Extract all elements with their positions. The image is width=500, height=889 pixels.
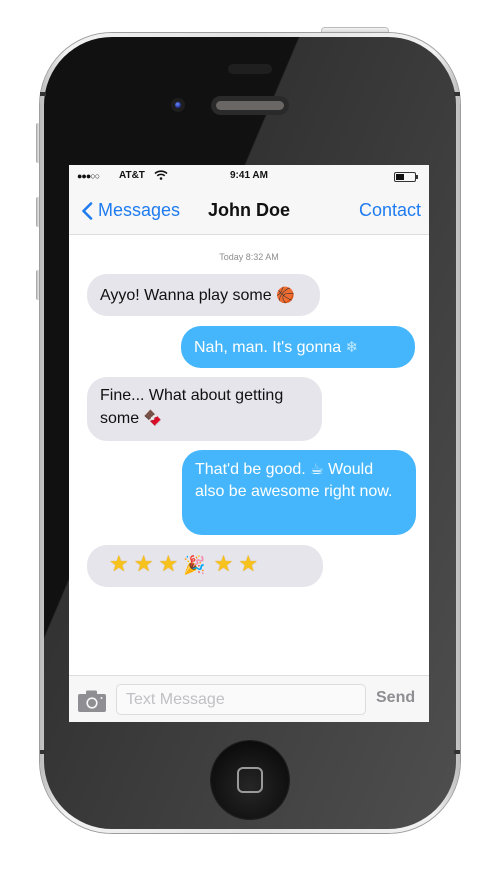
antenna-band — [454, 750, 460, 754]
back-to-messages-button[interactable]: Messages — [81, 200, 180, 221]
send-button[interactable]: Send — [376, 689, 415, 707]
status-time: 9:41 AM — [230, 170, 268, 181]
contact-button[interactable]: Contact — [359, 200, 421, 221]
camera-icon[interactable] — [78, 690, 106, 712]
navigation-bar: Messages John Doe Contact — [69, 187, 429, 235]
chocolate-bar-icon: 🍫 — [143, 409, 163, 427]
message-thread[interactable]: Today 8:32 AM Ayyo! Wanna play some 🏀 Na… — [69, 235, 429, 675]
home-square-icon — [237, 767, 263, 793]
star-icon: ★ — [133, 551, 154, 576]
antenna-band — [454, 92, 460, 96]
front-camera — [171, 98, 185, 112]
chevron-left-icon — [82, 201, 93, 220]
snowflake-icon: ❄ — [345, 338, 359, 356]
battery-tip — [416, 175, 418, 179]
message-bubble-incoming[interactable]: ★ ★ ★ 🎉 ★ ★ — [87, 545, 323, 587]
message-bubble-outgoing[interactable]: Nah, man. It's gonna ❄ — [181, 326, 415, 368]
earpiece-speaker — [211, 96, 289, 115]
battery-level — [396, 174, 404, 180]
status-bar: ●●●○○ AT&T 9:41 AM — [69, 165, 429, 187]
text-message-input[interactable] — [116, 684, 366, 715]
message-text: Ayyo! Wanna play some — [100, 287, 272, 304]
message-text: That'd be good. — [195, 461, 306, 478]
message-text: Nah, man. It's gonna — [194, 339, 342, 356]
message-bubble-outgoing[interactable]: That'd be good. ☕ Would also be awesome … — [182, 450, 416, 535]
back-label: Messages — [98, 200, 181, 220]
phone-screen: ●●●○○ AT&T 9:41 AM Messages John Doe Con… — [69, 165, 429, 722]
battery-icon — [394, 172, 416, 182]
message-input-bar: Send — [69, 675, 429, 722]
antenna-band — [40, 750, 46, 754]
star-icon: ★ — [158, 551, 179, 576]
message-text: Fine... What about getting some — [100, 387, 284, 427]
hot-beverage-icon: ☕ — [310, 460, 324, 478]
basketball-icon: 🏀 — [276, 286, 295, 304]
home-button[interactable] — [211, 741, 289, 819]
proximity-sensor — [228, 64, 272, 74]
antenna-band — [40, 92, 46, 96]
thread-timestamp: Today 8:32 AM — [219, 252, 279, 262]
star-icon: ★ — [213, 551, 234, 576]
message-bubble-incoming[interactable]: Fine... What about getting some 🍫 — [87, 377, 322, 441]
star-icon: ★ — [109, 551, 129, 576]
party-popper-icon: 🎉 — [183, 555, 206, 576]
message-bubble-incoming[interactable]: Ayyo! Wanna play some 🏀 — [87, 274, 320, 316]
star-icon: ★ — [238, 551, 259, 576]
